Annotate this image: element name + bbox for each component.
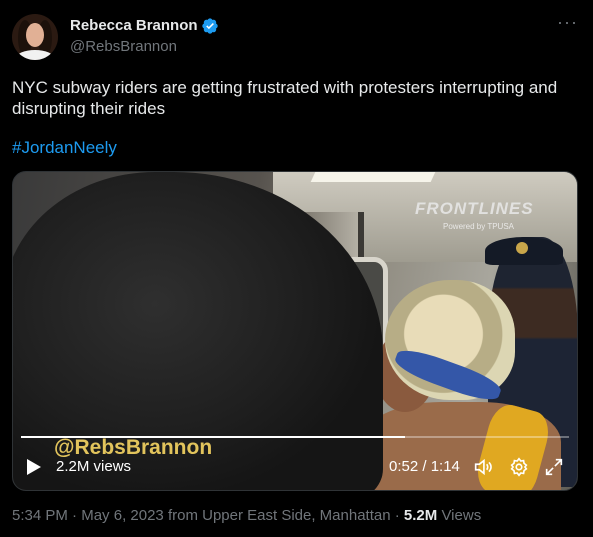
tweet-date[interactable]: May 6, 2023: [81, 507, 164, 524]
video-player[interactable]: FRONTLINES Powered by TPUSA @RebsBrannon…: [12, 171, 578, 491]
video-frame-light: [310, 172, 436, 182]
tweet-location[interactable]: Upper East Side, Manhattan: [202, 507, 390, 524]
tweet-views-label: Views: [441, 507, 482, 524]
tweet-time[interactable]: 5:34 PM: [12, 507, 68, 524]
play-icon[interactable]: [27, 459, 41, 475]
video-watermark: FRONTLINES: [415, 199, 534, 218]
tweet-meta: 5:34 PM · May 6, 2023 from Upper East Si…: [12, 507, 481, 524]
verified-badge-icon[interactable]: [201, 17, 219, 35]
meta-separator-2: ·: [394, 507, 400, 524]
video-controls: 2.2M views 0:52 / 1:14: [13, 448, 577, 488]
video-watermark-subtitle: Powered by TPUSA: [443, 222, 514, 231]
video-frame-badge: [516, 242, 528, 254]
tweet-text: NYC subway riders are getting frustrated…: [12, 78, 558, 118]
avatar[interactable]: [12, 14, 58, 60]
author-name[interactable]: Rebecca Brannon: [70, 17, 198, 34]
hashtag-link[interactable]: #JordanNeely: [12, 138, 117, 158]
avatar-face: [26, 23, 44, 47]
avatar-shirt: [16, 50, 54, 60]
tweet-views-count[interactable]: 5.2M: [404, 507, 437, 524]
video-time: 0:52 / 1:14: [389, 458, 460, 475]
more-options-icon[interactable]: ···: [557, 13, 579, 34]
video-progress-fill: [21, 436, 405, 438]
location-prefix: from: [167, 507, 198, 524]
video-views: 2.2M views: [56, 458, 132, 475]
meta-separator: ·: [72, 507, 78, 524]
author-handle[interactable]: @RebsBrannon: [70, 38, 177, 55]
fullscreen-icon[interactable]: [543, 456, 565, 478]
volume-icon[interactable]: [472, 456, 494, 478]
video-progress-bar[interactable]: [21, 436, 569, 438]
settings-gear-icon[interactable]: [508, 456, 530, 478]
